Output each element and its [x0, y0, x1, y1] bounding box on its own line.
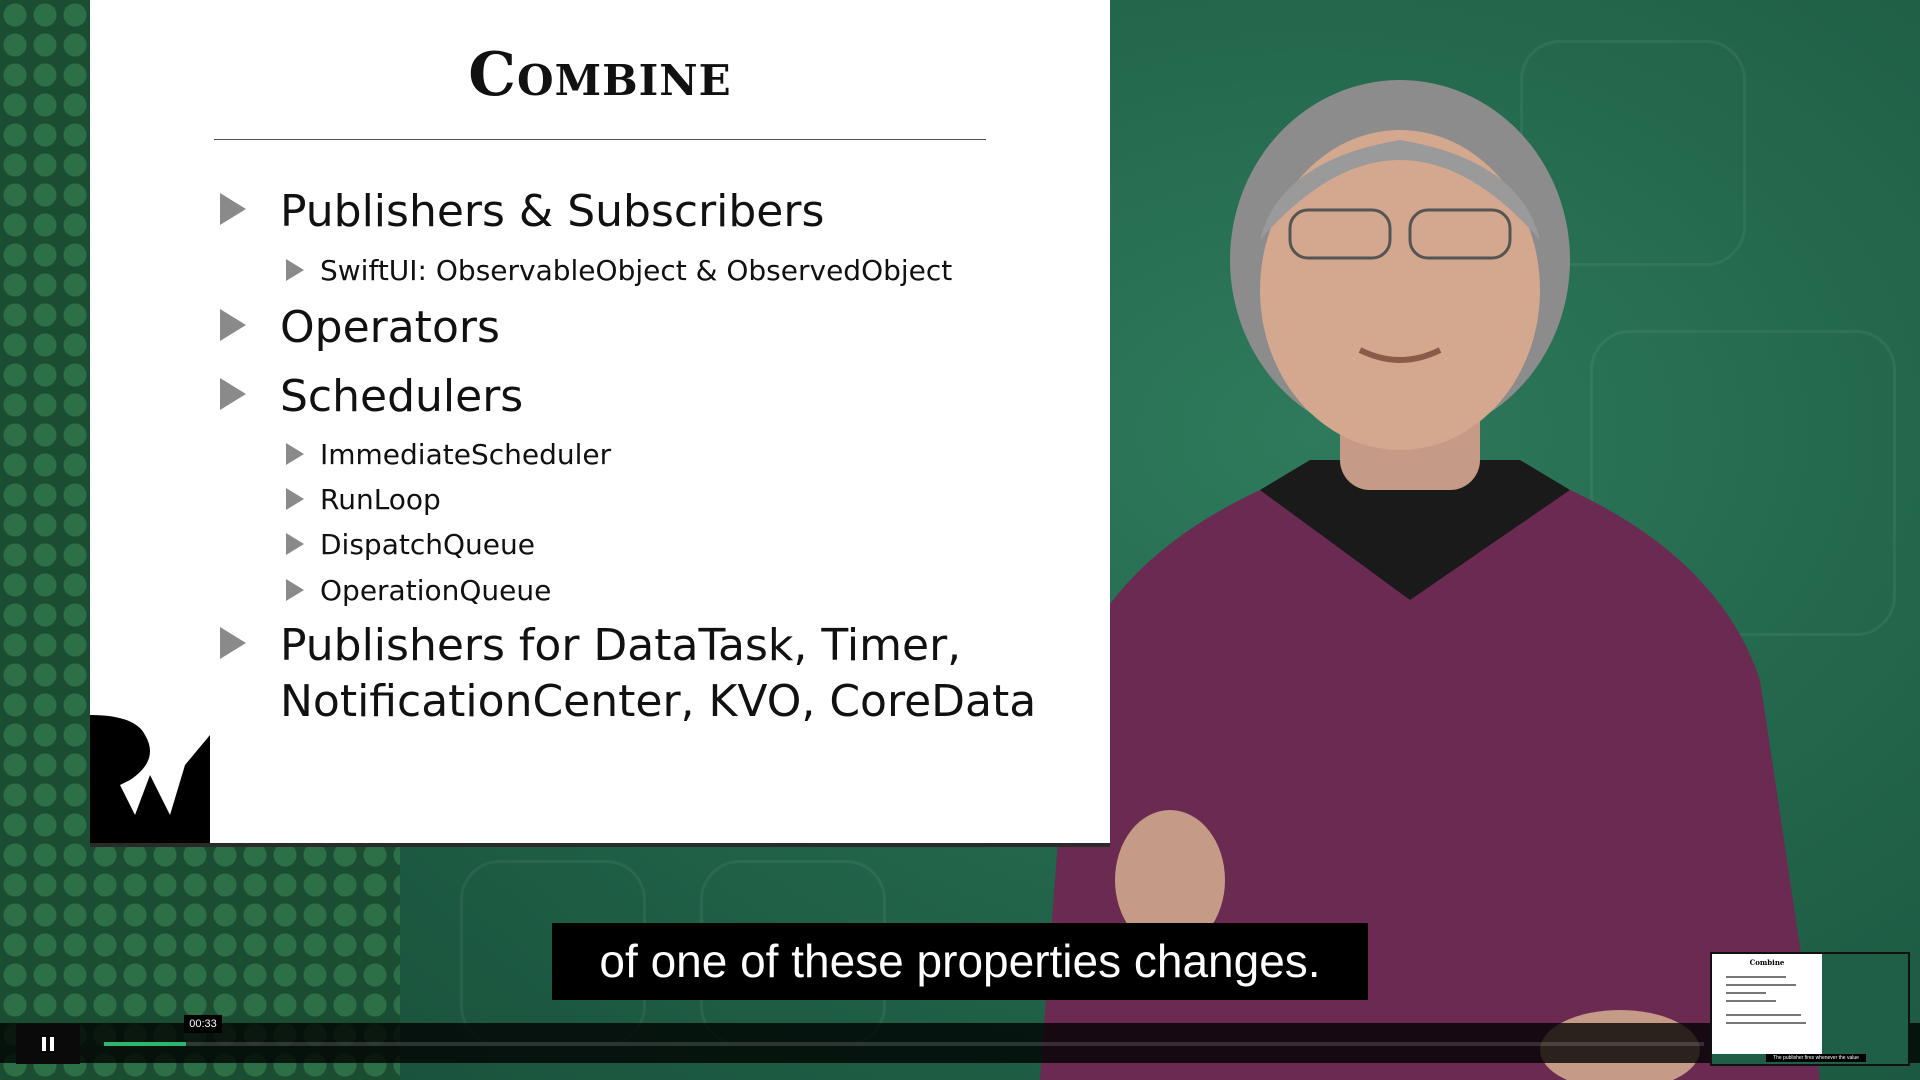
sub-bullet-immediatescheduler: ImmediateScheduler [286, 438, 611, 472]
bullet-arrow-icon [220, 627, 246, 659]
sub-bullet-operationqueue: OperationQueue [286, 574, 551, 608]
bullet-arrow-icon [286, 533, 304, 555]
presentation-slide: Combine Publishers & Subscribers SwiftUI… [90, 0, 1110, 843]
sub-bullet-swiftui: SwiftUI: ObservableObject & ObservedObje… [286, 254, 952, 288]
bullet-arrow-icon [286, 259, 304, 281]
video-thumbnail-preview[interactable]: Combine The publisher fires whenever the… [1710, 952, 1910, 1066]
progress-fill [104, 1042, 186, 1046]
sub-bullet-dispatchqueue: DispatchQueue [286, 528, 535, 562]
caption-subtitle: of one of these properties changes. [552, 923, 1368, 1000]
bullet-arrow-icon [286, 579, 304, 601]
sub-bullet-runloop: RunLoop [286, 483, 441, 517]
current-time-tooltip: 00:33 [184, 1015, 222, 1033]
progress-track[interactable] [104, 1042, 1704, 1046]
bullet-publishers-subscribers: Publishers & Subscribers [220, 184, 824, 240]
slide-title: Combine [468, 40, 732, 110]
bullet-arrow-icon [286, 443, 304, 465]
thumbnail-caption: The publisher fires whenever the value [1766, 1054, 1866, 1062]
pause-button[interactable] [16, 1024, 80, 1064]
rw-logo-icon [90, 715, 210, 843]
bullet-operators: Operators [220, 300, 500, 356]
bullet-arrow-icon [220, 378, 246, 410]
pause-icon [42, 1037, 46, 1051]
bullet-publishers-for-datatask: Publishers for DataTask, Timer, Notifica… [220, 618, 1036, 730]
thumbnail-slide: Combine [1712, 954, 1822, 1054]
bullet-arrow-icon [220, 309, 246, 341]
bullet-schedulers: Schedulers [220, 369, 523, 425]
bullet-arrow-icon [220, 193, 246, 225]
title-divider [214, 139, 986, 140]
bullet-arrow-icon [286, 488, 304, 510]
